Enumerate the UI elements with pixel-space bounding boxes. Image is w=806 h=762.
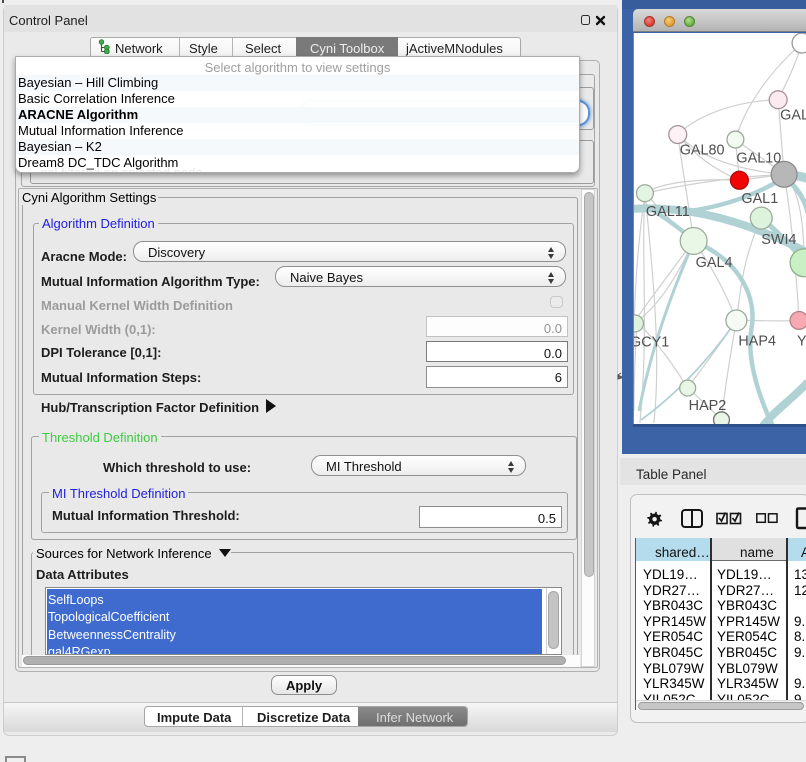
svg-text:SWI4: SWI4	[761, 232, 796, 248]
svg-text:HAP2: HAP2	[689, 398, 727, 414]
svg-text:HAP4: HAP4	[738, 333, 776, 349]
svg-text:GAL1: GAL1	[741, 191, 778, 207]
svg-text:GAL80: GAL80	[680, 142, 725, 158]
svg-text:GAL7: GAL7	[780, 108, 806, 124]
svg-text:GCY1: GCY1	[633, 334, 669, 350]
svg-text:GAL11: GAL11	[646, 204, 690, 220]
svg-text:GAL10: GAL10	[736, 150, 781, 166]
svg-text:GAL4: GAL4	[696, 255, 733, 271]
svg-text:YM: YM	[797, 333, 806, 349]
